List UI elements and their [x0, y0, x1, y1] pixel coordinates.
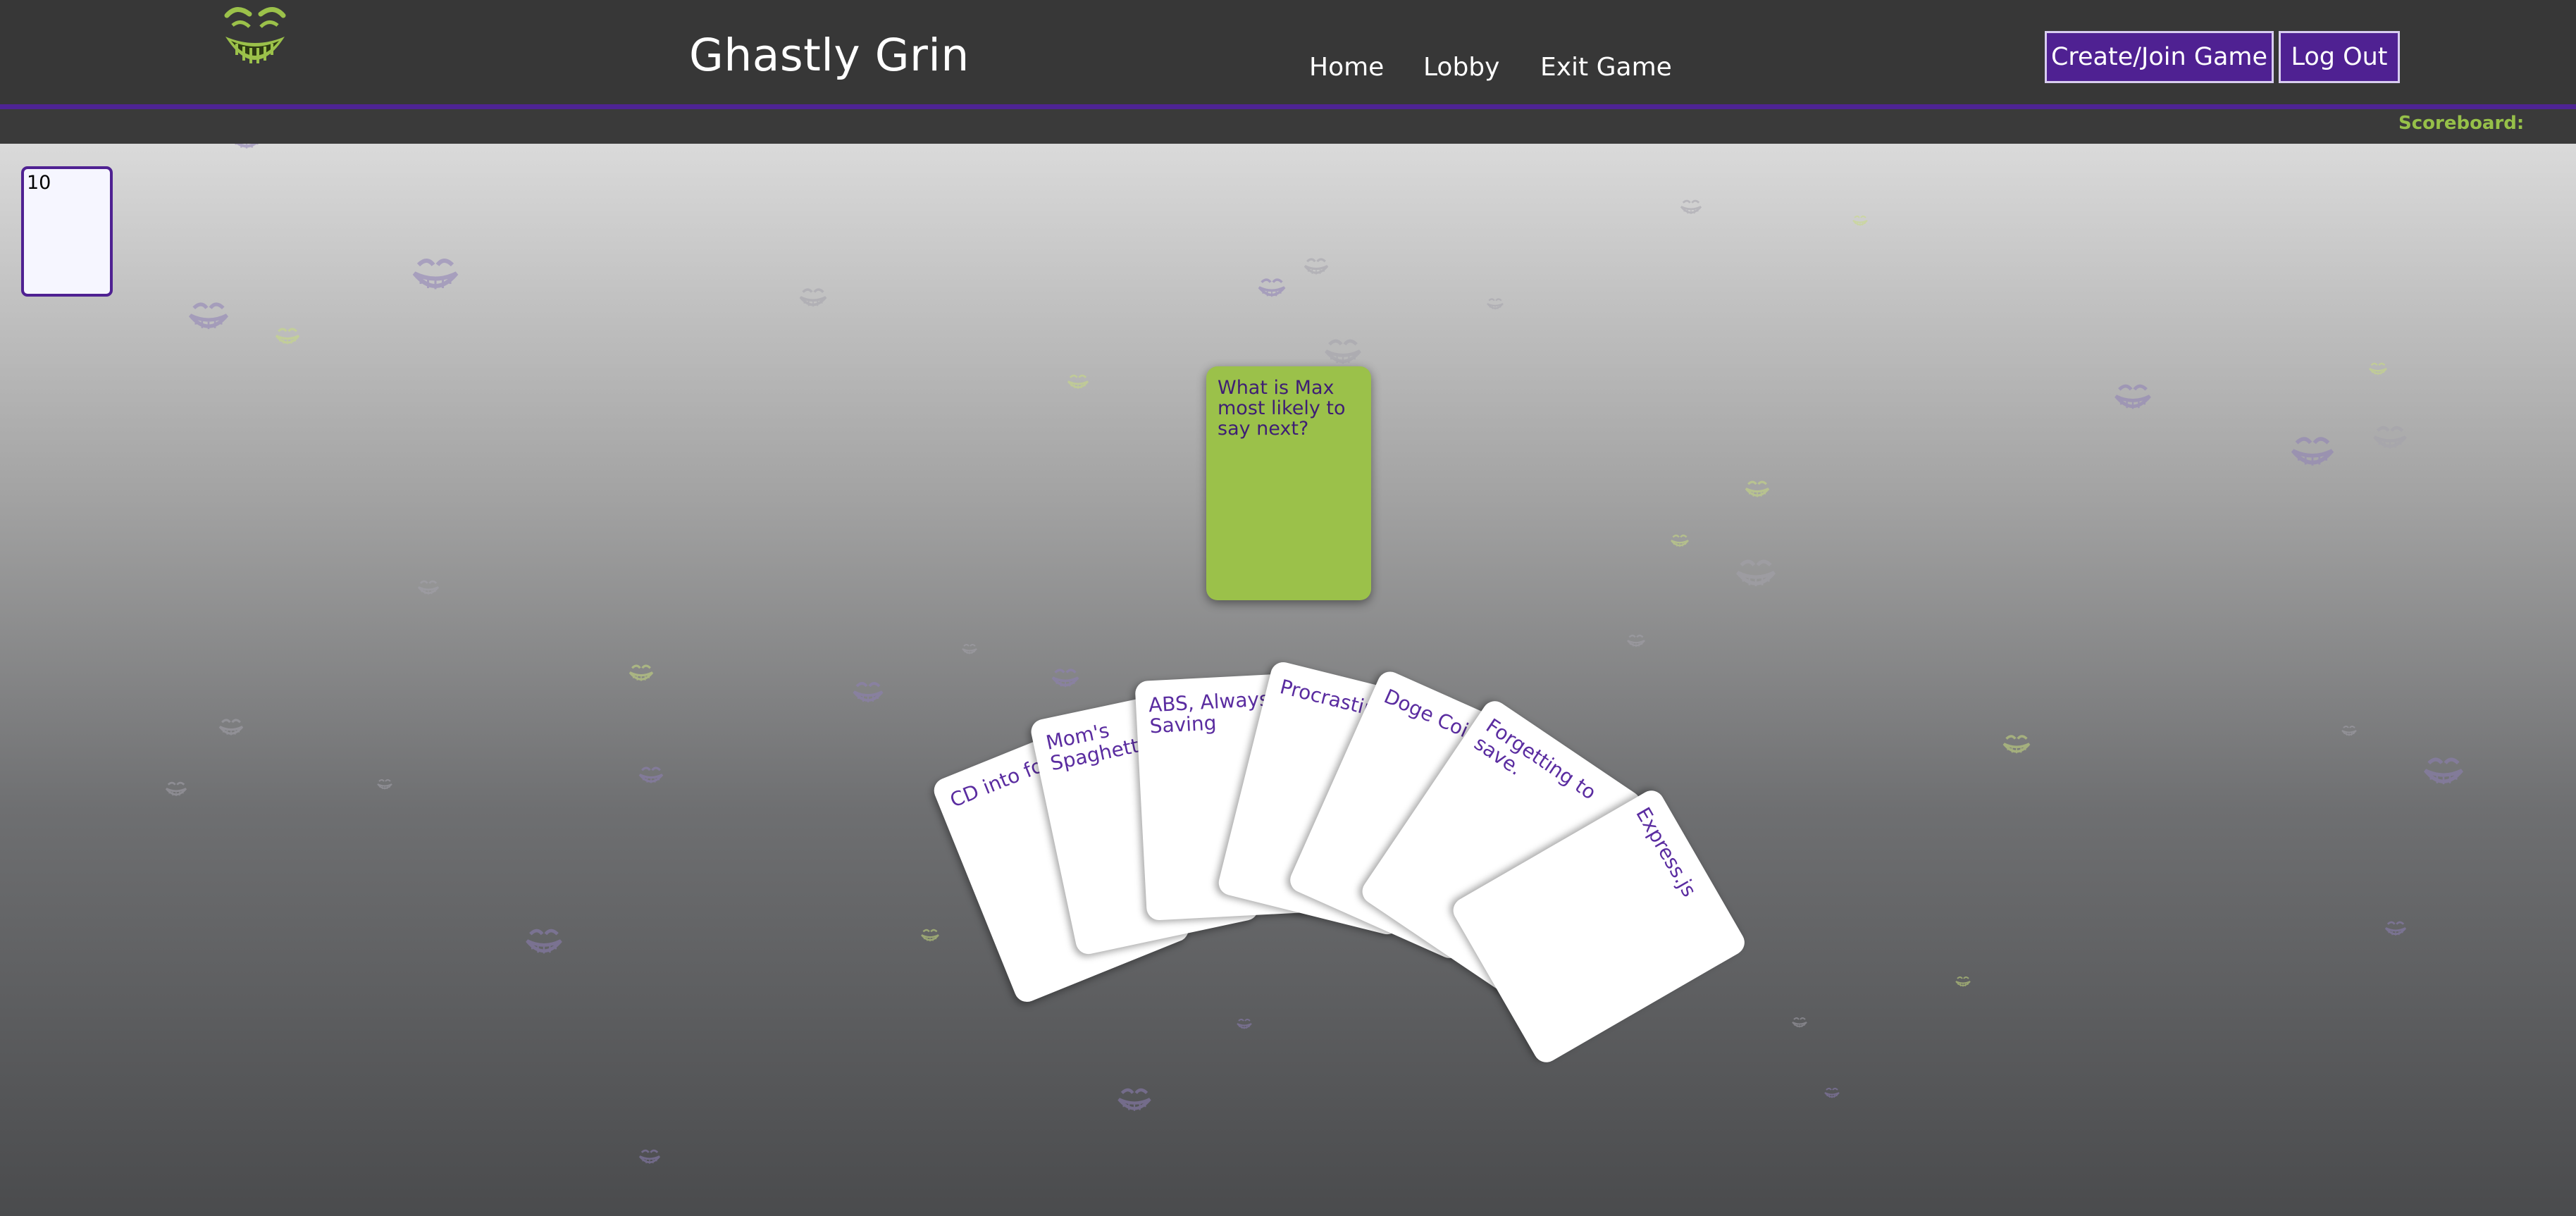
navbar: Ghastly Grin Home Lobby Exit Game Create…	[0, 0, 2576, 104]
nav-link-exit-game[interactable]: Exit Game	[1540, 53, 1672, 82]
deck-count: 10	[27, 172, 51, 194]
deck-counter-card[interactable]: 10	[21, 166, 113, 297]
prompt-card: What is Max most likely to say next?	[1206, 366, 1371, 600]
scoreboard-label: Scoreboard:	[2398, 113, 2525, 134]
nav-link-home[interactable]: Home	[1309, 53, 1384, 82]
hand-card-text: Express.js	[1631, 803, 1702, 901]
background-faces-decoration	[165, 120, 2576, 1165]
log-out-button[interactable]: Log Out	[2279, 31, 2400, 83]
nav-link-lobby[interactable]: Lobby	[1423, 53, 1499, 82]
prompt-text: What is Max most likely to say next?	[1218, 377, 1346, 440]
app-title: Ghastly Grin	[689, 30, 970, 81]
face-pattern	[165, 120, 2462, 1165]
create-join-game-button[interactable]: Create/Join Game	[2045, 31, 2274, 83]
header-divider	[0, 104, 2576, 109]
scoreboard-bar	[0, 109, 2576, 144]
grinning-face-logo-icon[interactable]	[216, 0, 295, 79]
